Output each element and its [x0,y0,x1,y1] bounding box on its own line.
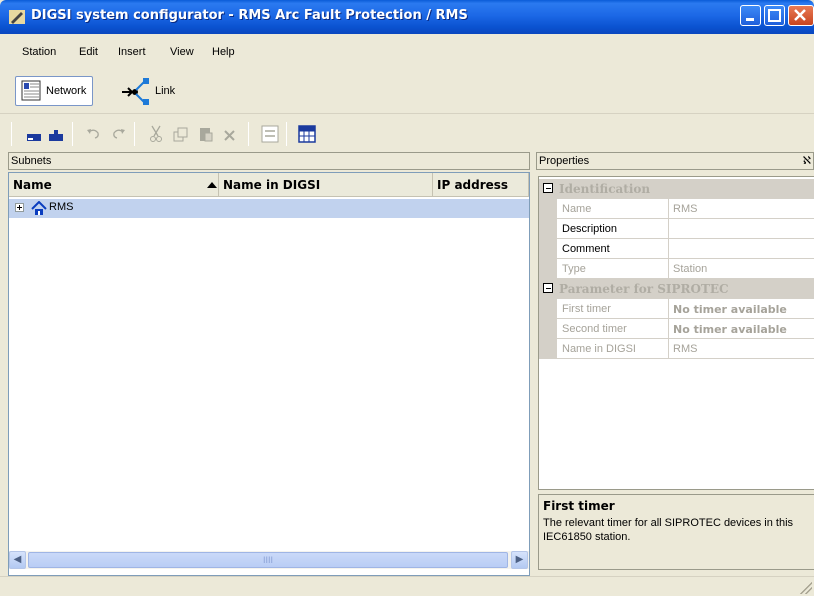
property-row[interactable]: Name in DIGSI RMS [539,339,814,359]
property-name: Type [557,259,669,279]
menu-bar: Station Edit Insert View Help [0,34,814,60]
category-identification[interactable]: Identification [539,179,814,199]
scroll-right-button[interactable]: ▶ [511,551,528,569]
property-name: Second timer [557,319,669,339]
close-button[interactable] [788,5,814,26]
scroll-thumb[interactable]: IIII [28,552,508,568]
sort-ascending-icon [207,182,217,188]
category-label: Parameter for SIPROTEC [559,282,729,296]
property-value: No timer available [669,299,814,319]
property-value: RMS [669,199,814,219]
property-description: First timer The relevant timer for all S… [538,494,814,570]
title-bar: DIGSI system configurator - RMS Arc Faul… [0,0,814,34]
menu-view[interactable]: View [170,46,194,58]
property-value: No timer available [669,319,814,339]
station-home-icon [31,201,47,215]
row-name: RMS [49,201,74,213]
collapse-icon[interactable] [543,183,553,193]
grid-icon[interactable] [297,124,317,144]
properties-panel: Properties ℵ Identification Name RMS Des… [536,152,814,572]
grid-column-header: Name Name in DIGSI IP address [9,173,529,197]
category-label: Identification [559,182,651,196]
table-row[interactable]: RMS [9,199,529,218]
subnets-panel-title: Subnets [8,152,530,170]
paste-icon[interactable] [196,124,216,144]
cut-icon[interactable] [146,124,166,144]
property-name: Name in DIGSI [557,339,669,359]
property-row[interactable]: Name RMS [539,199,814,219]
property-value: RMS [669,339,814,359]
row-gutter [539,339,557,359]
row-gutter [539,319,557,339]
property-name: Name [557,199,669,219]
category-parameter-siprotec[interactable]: Parameter for SIPROTEC [539,279,814,299]
toolbar-separator [248,122,249,146]
row-gutter [539,299,557,319]
property-value[interactable] [669,219,814,239]
undo-icon[interactable] [84,124,104,144]
row-gutter [539,259,557,279]
description-title: First timer [543,499,615,513]
toolbar [0,114,814,150]
properties-title: Properties ℵ [536,152,814,170]
collapse-icon[interactable] [543,283,553,293]
property-row[interactable]: Description [539,219,814,239]
menu-help[interactable]: Help [212,46,235,58]
status-bar [0,576,814,596]
minimize-button[interactable] [740,5,761,26]
link-view-label: Link [155,85,176,97]
pin-icon[interactable]: ℵ [803,154,811,167]
copy-icon[interactable] [171,124,191,144]
auto-ip-icon[interactable] [260,124,280,144]
maximize-icon [768,9,781,22]
column-name-in-digsi[interactable]: Name in DIGSI [219,173,433,197]
subnets-grid: Name Name in DIGSI IP address RMS ◀ IIII… [8,172,530,576]
expand-icon[interactable] [15,203,24,212]
column-ip-address[interactable]: IP address [433,173,529,197]
property-row[interactable]: First timer No timer available [539,299,814,319]
network-view-icon [21,80,41,101]
property-value[interactable] [669,239,814,259]
view-bar: Network Link [0,60,814,114]
property-row[interactable]: Type Station [539,259,814,279]
property-row[interactable]: Comment [539,239,814,259]
network-view-label: Network [46,85,87,97]
property-name: Comment [557,239,669,259]
toolbar-separator [11,122,12,146]
row-gutter [539,219,557,239]
minimize-icon [746,18,754,21]
delete-icon[interactable] [220,124,240,144]
digsi-app-icon [9,10,25,24]
menu-station[interactable]: Station [22,46,56,58]
scroll-left-button[interactable]: ◀ [9,551,26,569]
description-text: The relevant timer for all SIPROTEC devi… [543,517,794,543]
menu-edit[interactable]: Edit [79,46,98,58]
toolbar-separator [286,122,287,146]
redo-icon[interactable] [108,124,128,144]
property-value: Station [669,259,814,279]
link-view-icon [122,78,149,105]
save-icon[interactable] [46,124,66,144]
link-view-button[interactable]: Link [116,76,182,106]
property-name: First timer [557,299,669,319]
scroll-grip: IIII [262,555,273,565]
close-icon [794,9,806,21]
maximize-button[interactable] [764,5,785,26]
toolbar-separator [72,122,73,146]
toolbar-separator [134,122,135,146]
properties-title-label: Properties [539,155,590,167]
column-name[interactable]: Name [9,173,219,197]
resize-grip-icon[interactable] [800,582,812,594]
property-name: Description [557,219,669,239]
network-view-button[interactable]: Network [15,76,94,106]
row-gutter [539,199,557,219]
property-row[interactable]: Second timer No timer available [539,319,814,339]
horizontal-scrollbar[interactable]: ◀ IIII ▶ [9,551,529,569]
property-grid: Identification Name RMS Description Comm… [538,176,814,490]
new-icon[interactable] [24,124,44,144]
window-title: DIGSI system configurator - RMS Arc Faul… [31,8,468,23]
menu-insert[interactable]: Insert [118,46,146,58]
row-gutter [539,239,557,259]
